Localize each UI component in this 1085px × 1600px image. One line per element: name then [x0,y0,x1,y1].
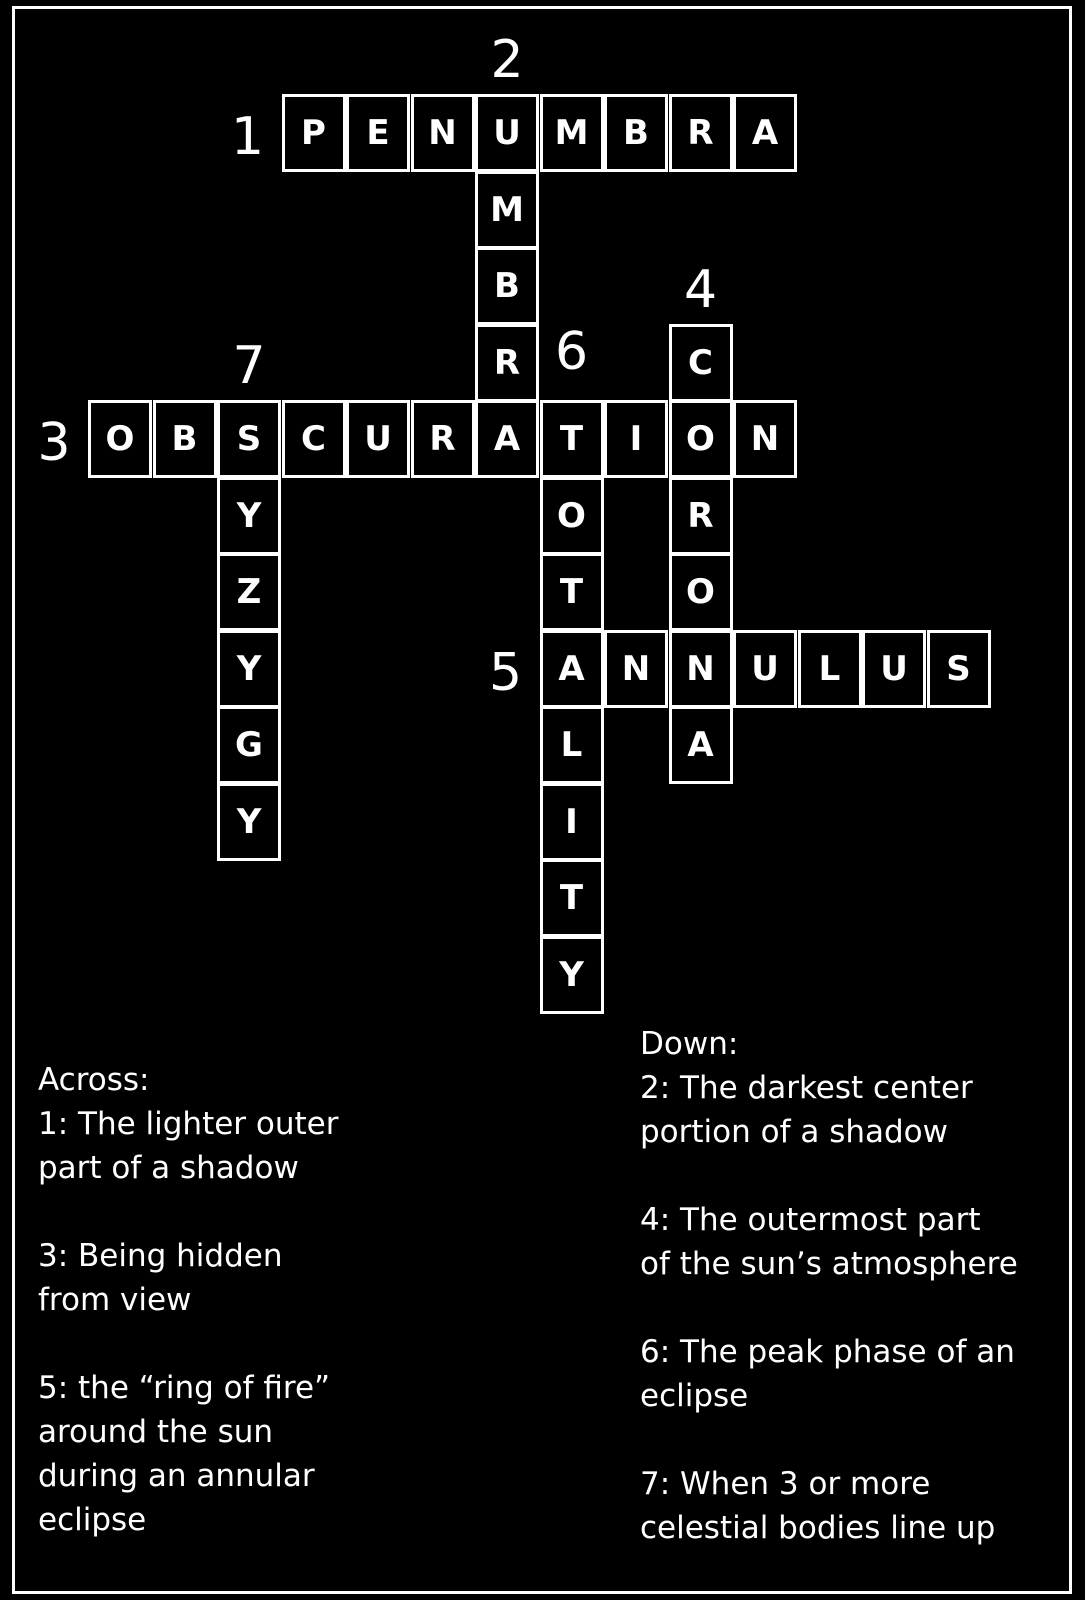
grid-cell-r1-c6[interactable]: M [475,170,539,249]
grid-cell-r7-c7[interactable]: A [539,629,604,708]
across-clues: Across: 1: The lighter outer part of a s… [38,1058,518,1542]
grid-cell-r11-c7[interactable]: Y [539,935,604,1014]
grid-cell-r7-c10[interactable]: U [733,629,797,708]
grid-cell-r8-c7[interactable]: L [539,706,604,784]
grid-cell-r3-c6[interactable]: R [475,323,539,402]
grid-cell-r4-c9[interactable]: O [668,400,733,478]
down-clue-7: 7: When 3 or more celestial bodies line … [640,1466,996,1546]
grid-cell-r4-c1[interactable]: B [152,400,217,478]
grid-cell-r0-c9[interactable]: R [668,94,733,172]
grid-cell-r7-c2[interactable]: Y [217,629,281,708]
grid-cell-r0-c5[interactable]: N [410,94,475,172]
clue-number-4: 4 [683,259,718,320]
grid-cell-r5-c2[interactable]: Y [217,476,281,555]
across-clue-3: 3: Being hidden from view [38,1238,283,1318]
grid-cell-r4-c4[interactable]: U [346,400,410,478]
clue-number-7: 7 [232,336,266,396]
grid-cell-r6-c7[interactable]: T [539,553,604,631]
grid-cell-r7-c8[interactable]: N [604,629,668,708]
grid-cell-r7-c13[interactable]: S [926,629,991,708]
grid-cell-r6-c9[interactable]: O [668,553,733,631]
grid-cell-r9-c7[interactable]: I [539,782,604,861]
grid-cell-r0-c4[interactable]: E [346,94,410,172]
grid-cell-r4-c6[interactable]: A [475,400,539,478]
grid-cell-r4-c2[interactable]: S [217,400,281,478]
grid-cell-r3-c9[interactable]: C [668,323,733,402]
grid-cell-r8-c9[interactable]: A [668,706,733,784]
down-clue-2: 2: The darkest center portion of a shado… [640,1070,973,1150]
down-heading: Down: [640,1026,739,1062]
clue-number-3: 3 [37,413,71,473]
grid-cell-r0-c7[interactable]: M [539,94,604,172]
grid-cell-r8-c2[interactable]: G [217,706,281,784]
grid-cell-r6-c2[interactable]: Z [217,553,281,631]
grid-cell-r4-c8[interactable]: I [604,400,668,478]
grid-cell-r4-c10[interactable]: N [733,400,797,478]
grid-cell-r4-c5[interactable]: R [410,400,475,478]
grid-cell-r7-c9[interactable]: N [668,629,733,708]
down-clues: Down: 2: The darkest center portion of a… [640,1022,1080,1550]
grid-cell-r4-c0[interactable]: O [88,400,152,478]
grid-cell-r7-c11[interactable]: L [797,629,862,708]
grid-cell-r4-c7[interactable]: T [539,400,604,478]
grid-cell-r0-c8[interactable]: B [604,94,668,172]
across-clue-1: 1: The lighter outer part of a shadow [38,1106,339,1186]
grid-cell-r0-c6[interactable]: U [475,94,539,172]
clue-number-5: 5 [488,642,523,703]
clue-number-6: 6 [554,321,589,382]
clue-number-1: 1 [230,107,265,167]
across-heading: Across: [38,1062,150,1098]
grid-cell-r5-c9[interactable]: R [668,476,733,555]
crossword-board: PENUMBRAMBRAOBSCURTIONCRONAANULUSOTLITYY… [0,0,1085,1600]
across-clue-5: 5: the “ring of fire” around the sun dur… [38,1370,331,1538]
grid-cell-r0-c10[interactable]: A [733,94,797,172]
clue-number-2: 2 [490,30,524,90]
grid-cell-r10-c7[interactable]: T [539,859,604,937]
grid-cell-r0-c3[interactable]: P [281,94,346,172]
grid-cell-r7-c12[interactable]: U [862,629,926,708]
grid-cell-r4-c3[interactable]: C [281,400,346,478]
grid-cell-r2-c6[interactable]: B [475,247,539,325]
down-clue-4: 4: The outermost part of the sun’s atmos… [640,1202,1018,1282]
grid-cell-r9-c2[interactable]: Y [217,782,281,861]
grid-cell-r5-c7[interactable]: O [539,476,604,555]
down-clue-6: 6: The peak phase of an eclipse [640,1334,1015,1414]
